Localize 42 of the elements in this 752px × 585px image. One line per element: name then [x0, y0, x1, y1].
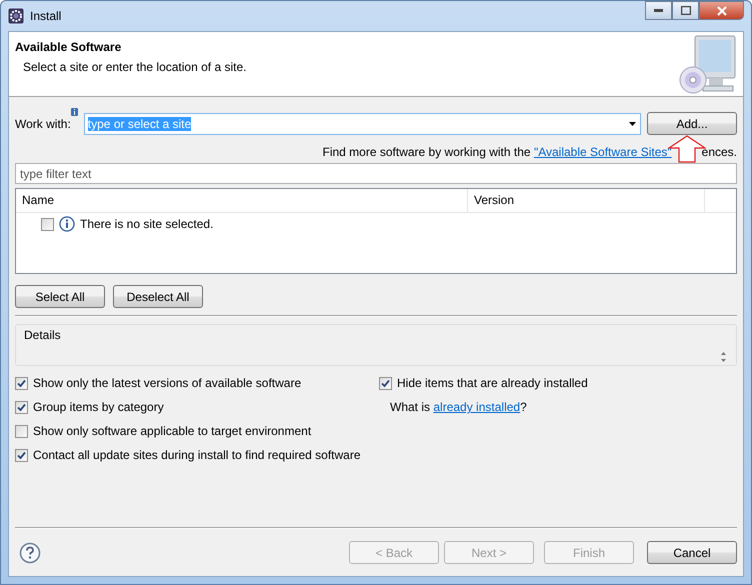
scroll-arrows-icon[interactable] — [720, 351, 727, 363]
available-software-sites-link[interactable]: "Available Software Sites" — [534, 145, 672, 159]
option-label: Contact all update sites during install to find required software — [33, 448, 361, 462]
find-more-text-end: ences. — [702, 145, 737, 159]
checkbox[interactable] — [15, 376, 28, 390]
find-more-text: Find more software by working with the — [322, 145, 532, 159]
table-cell: There is no site selected. — [80, 217, 214, 231]
what-is-text: What is — [389, 399, 432, 416]
minimize-button[interactable] — [645, 1, 672, 20]
close-icon — [716, 6, 726, 16]
question-mark-text: ? — [520, 400, 527, 414]
page-title: Available Software — [15, 40, 122, 54]
filter-field[interactable]: type filter text — [15, 163, 737, 184]
option-label: Group items by category — [33, 400, 164, 414]
work-with-label: Work with: — [15, 116, 71, 130]
option-label: Hide items that are already installed — [397, 376, 588, 390]
checkbox[interactable] — [15, 400, 28, 414]
minimize-icon — [654, 9, 663, 12]
page-subtitle: Select a site or enter the location of a site. — [22, 60, 248, 74]
checkbox[interactable] — [15, 424, 28, 438]
checkbox[interactable] — [41, 218, 54, 230]
checkbox[interactable] — [15, 448, 28, 462]
details-label: Details — [24, 328, 61, 344]
add-button[interactable]: Add... — [647, 112, 737, 135]
window-title: Install — [30, 9, 62, 23]
already-installed-link[interactable]: already installed — [433, 400, 520, 414]
info-icon — [59, 216, 75, 232]
help-icon[interactable] — [19, 542, 41, 564]
column-header[interactable]: Name — [16, 189, 468, 212]
maximize-button[interactable] — [672, 1, 699, 20]
maximize-icon — [680, 6, 690, 15]
dropdown-arrow-icon — [629, 122, 636, 126]
select-all-button[interactable]: Select All — [15, 285, 105, 308]
checkbox[interactable] — [379, 376, 392, 390]
option-label: Show only software applicable to target environment — [33, 424, 312, 438]
gear-icon — [8, 8, 24, 24]
info-icon — [70, 108, 78, 116]
option-label: Show only the latest versions of available software — [33, 376, 302, 390]
deselect-all-button[interactable]: Deselect All — [113, 285, 203, 308]
close-button[interactable] — [699, 1, 744, 20]
column-header[interactable]: Version — [468, 189, 705, 212]
wizard-button[interactable]: Cancel — [647, 541, 737, 564]
